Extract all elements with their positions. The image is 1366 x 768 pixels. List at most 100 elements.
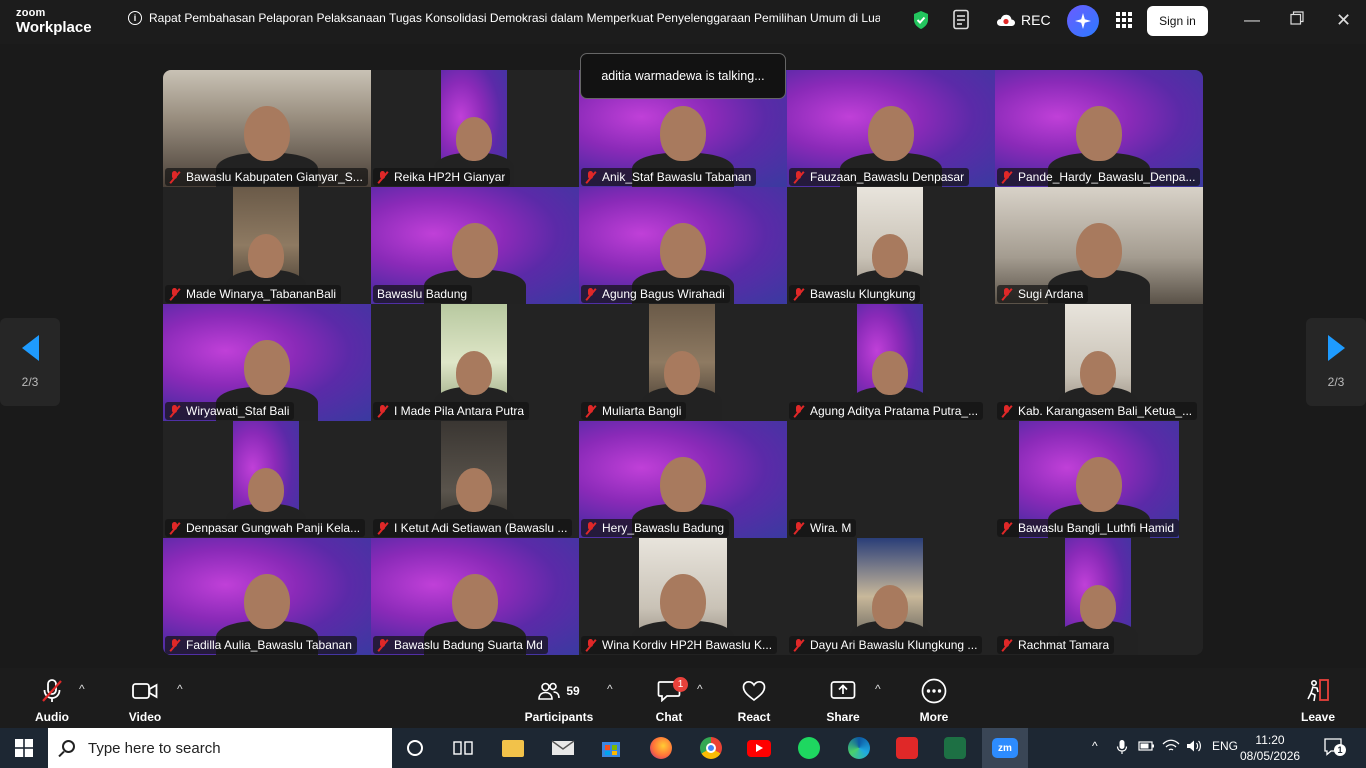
participant-tile[interactable]: Fadilla Aulia_Bawaslu Tabanan — [163, 538, 371, 655]
chat-label: Chat — [655, 710, 683, 724]
audio-button[interactable]: Audio — [34, 678, 70, 724]
participant-tile[interactable]: Bawaslu Bangli_Luthfi Hamid — [995, 421, 1203, 538]
title-bar: zoom Workplace i Rapat Pembahasan Pelapo… — [0, 0, 1366, 44]
participant-tile[interactable]: Wina Kordiv HP2H Bawaslu K... — [579, 538, 787, 655]
participant-tile[interactable]: Pande_Hardy_Bawaslu_Denpa... — [995, 70, 1203, 187]
participants-options-caret[interactable]: ^ — [607, 682, 613, 696]
notifications-icon[interactable]: 1 — [1324, 738, 1346, 759]
participant-tile[interactable]: Rachmat Tamara — [995, 538, 1203, 655]
mic-muted-icon — [377, 638, 388, 652]
participant-tile[interactable]: Sugi Ardana — [995, 187, 1203, 304]
audio-options-caret[interactable]: ^ — [79, 682, 85, 696]
participant-tile[interactable]: Agung Aditya Pratama Putra_... — [787, 304, 995, 421]
chrome-icon[interactable] — [688, 728, 734, 768]
mic-muted-icon — [585, 521, 596, 535]
task-view-icon[interactable] — [440, 728, 486, 768]
restore-icon[interactable] — [1290, 11, 1304, 30]
talking-indicator: aditia warmadewa is talking... — [580, 53, 786, 99]
microphone-tray-icon[interactable] — [1116, 739, 1128, 758]
participant-tile[interactable]: Agung Bagus Wirahadi — [579, 187, 787, 304]
show-hidden-icons-caret[interactable]: ^ — [1092, 739, 1098, 753]
share-options-caret[interactable]: ^ — [875, 682, 881, 696]
volume-icon[interactable] — [1186, 739, 1202, 756]
participant-tile[interactable]: Wiryawati_Staf Bali — [163, 304, 371, 421]
participant-name: Wira. M — [810, 521, 852, 535]
participant-tile[interactable]: Wira. M — [787, 421, 995, 538]
participant-name: I Ketut Adi Setiawan (Bawaslu ... — [394, 521, 568, 535]
ai-companion-icon[interactable] — [1067, 5, 1099, 37]
participant-tile[interactable]: Fauzaan_Bawaslu Denpasar — [787, 70, 995, 187]
spotify-icon[interactable] — [786, 728, 832, 768]
video-options-caret[interactable]: ^ — [177, 682, 183, 696]
mic-muted-icon — [1001, 170, 1012, 184]
video-button[interactable]: Video — [126, 678, 164, 724]
minimize-icon[interactable]: — — [1244, 12, 1260, 30]
participants-count: 59 — [566, 684, 580, 698]
participant-tile[interactable]: Hery_Bawaslu Badung — [579, 421, 787, 538]
participant-nameplate: Reika HP2H Gianyar — [373, 168, 511, 186]
microsoft-store-icon[interactable] — [588, 728, 634, 768]
participant-tile[interactable]: Kab. Karangasem Bali_Ketua_... — [995, 304, 1203, 421]
brand-top: zoom — [16, 7, 46, 19]
participant-tile[interactable]: Reika HP2H Gianyar — [371, 70, 579, 187]
participant-tile[interactable]: Bawaslu Badung — [371, 187, 579, 304]
participant-tile[interactable]: Bawaslu Badung Suarta Md — [371, 538, 579, 655]
participant-face — [660, 105, 706, 161]
participant-face — [247, 234, 285, 278]
more-label: More — [919, 710, 949, 724]
participant-tile[interactable]: Bawaslu Kabupaten Gianyar_S... — [163, 70, 371, 187]
excel-icon[interactable] — [932, 728, 978, 768]
mic-muted-icon — [793, 170, 804, 184]
mail-icon[interactable] — [540, 728, 586, 768]
participant-name: Sugi Ardana — [1018, 287, 1084, 301]
apps-grid-icon[interactable] — [1116, 12, 1132, 28]
zoom-taskbar-icon[interactable]: zm — [982, 728, 1028, 768]
wps-office-icon[interactable] — [884, 728, 930, 768]
participant-nameplate: Kab. Karangasem Bali_Ketua_... — [997, 402, 1198, 420]
sign-in-button[interactable]: Sign in — [1147, 6, 1208, 36]
search-placeholder: Type here to search — [88, 739, 221, 757]
participants-button[interactable]: 59 Participants — [524, 678, 594, 724]
close-icon[interactable]: ✕ — [1336, 10, 1351, 31]
network-icon[interactable] — [1162, 739, 1180, 756]
input-language[interactable]: ENG — [1212, 739, 1238, 753]
next-page-button[interactable]: 2/3 — [1306, 318, 1366, 406]
info-icon[interactable]: i — [128, 11, 142, 25]
participant-nameplate: I Made Pila Antara Putra — [373, 402, 530, 420]
windows-start-button[interactable] — [0, 728, 48, 768]
edge-icon[interactable] — [836, 728, 882, 768]
participant-tile[interactable]: Dayu Ari Bawaslu Klungkung ... — [787, 538, 995, 655]
participant-nameplate: Muliarta Bangli — [581, 402, 687, 420]
more-button[interactable]: More — [918, 678, 950, 724]
chat-options-caret[interactable]: ^ — [697, 682, 703, 696]
participant-tile[interactable]: Bawaslu Klungkung — [787, 187, 995, 304]
notes-icon[interactable] — [952, 9, 972, 31]
youtube-icon[interactable] — [736, 728, 782, 768]
cloud-record-icon — [997, 14, 1015, 26]
cortana-icon[interactable] — [392, 728, 438, 768]
meeting-info[interactable]: i Rapat Pembahasan Pelaporan Pelaksanaan… — [128, 11, 880, 25]
participant-tile[interactable]: Denpasar Gungwah Panji Kela... — [163, 421, 371, 538]
participant-tile[interactable]: Muliarta Bangli — [579, 304, 787, 421]
leave-button[interactable]: Leave — [1300, 678, 1336, 724]
participant-nameplate: Hery_Bawaslu Badung — [581, 519, 730, 537]
share-label: Share — [826, 710, 860, 724]
record-indicator[interactable]: REC — [996, 12, 1051, 28]
battery-icon[interactable] — [1138, 739, 1156, 756]
security-shield-icon[interactable] — [912, 10, 930, 30]
taskbar-clock[interactable]: 11:20 08/05/2026 — [1240, 732, 1300, 764]
react-button[interactable]: React — [734, 678, 774, 724]
participant-name: Kab. Karangasem Bali_Ketua_... — [1018, 404, 1193, 418]
participant-tile[interactable]: Made Winarya_TabananBali — [163, 187, 371, 304]
previous-page-button[interactable]: 2/3 — [0, 318, 60, 406]
meeting-title: Rapat Pembahasan Pelaporan Pelaksanaan T… — [149, 11, 880, 25]
participant-face — [871, 585, 909, 629]
participant-face — [663, 351, 701, 395]
participant-tile[interactable]: I Made Pila Antara Putra — [371, 304, 579, 421]
participant-tile[interactable]: I Ketut Adi Setiawan (Bawaslu ... — [371, 421, 579, 538]
taskbar-search-box[interactable]: Type here to search — [48, 728, 392, 768]
firefox-icon[interactable] — [638, 728, 684, 768]
share-button[interactable]: Share — [826, 678, 860, 724]
file-explorer-icon[interactable] — [490, 728, 536, 768]
participant-name: Made Winarya_TabananBali — [186, 287, 337, 301]
